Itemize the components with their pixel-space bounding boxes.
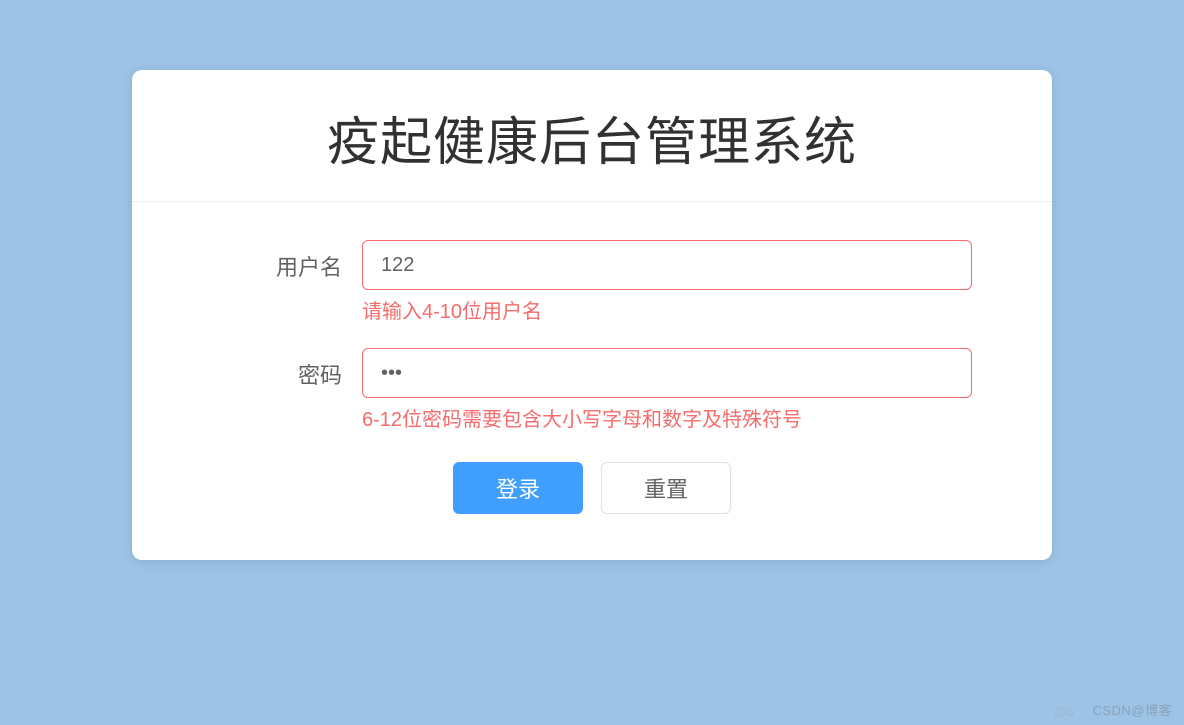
username-row: 用户名 请输入4-10位用户名 (182, 240, 1002, 326)
page-title: 疫起健康后台管理系统 (152, 100, 1032, 175)
password-label: 密码 (182, 348, 362, 390)
password-error: 6-12位密码需要包含大小写字母和数字及特殊符号 (362, 406, 972, 434)
password-input-col: 6-12位密码需要包含大小写字母和数字及特殊符号 (362, 348, 1002, 434)
reset-button[interactable]: 重置 (601, 462, 731, 514)
login-button[interactable]: 登录 (453, 462, 583, 514)
card-body: 用户名 请输入4-10位用户名 密码 6-12位密码需要包含大小写字母和数字及特… (132, 202, 1052, 560)
username-input[interactable] (362, 240, 972, 290)
watermark-right: CSDN@博客 (1092, 700, 1172, 719)
watermark-left: @5 (1054, 704, 1074, 719)
login-card: 疫起健康后台管理系统 用户名 请输入4-10位用户名 密码 6-12位密码需要包… (132, 70, 1052, 560)
password-input[interactable] (362, 348, 972, 398)
card-header: 疫起健康后台管理系统 (132, 70, 1052, 202)
username-label: 用户名 (182, 240, 362, 282)
username-error: 请输入4-10位用户名 (362, 298, 972, 326)
button-row: 登录 重置 (182, 462, 1002, 514)
username-input-col: 请输入4-10位用户名 (362, 240, 1002, 326)
password-row: 密码 6-12位密码需要包含大小写字母和数字及特殊符号 (182, 348, 1002, 434)
